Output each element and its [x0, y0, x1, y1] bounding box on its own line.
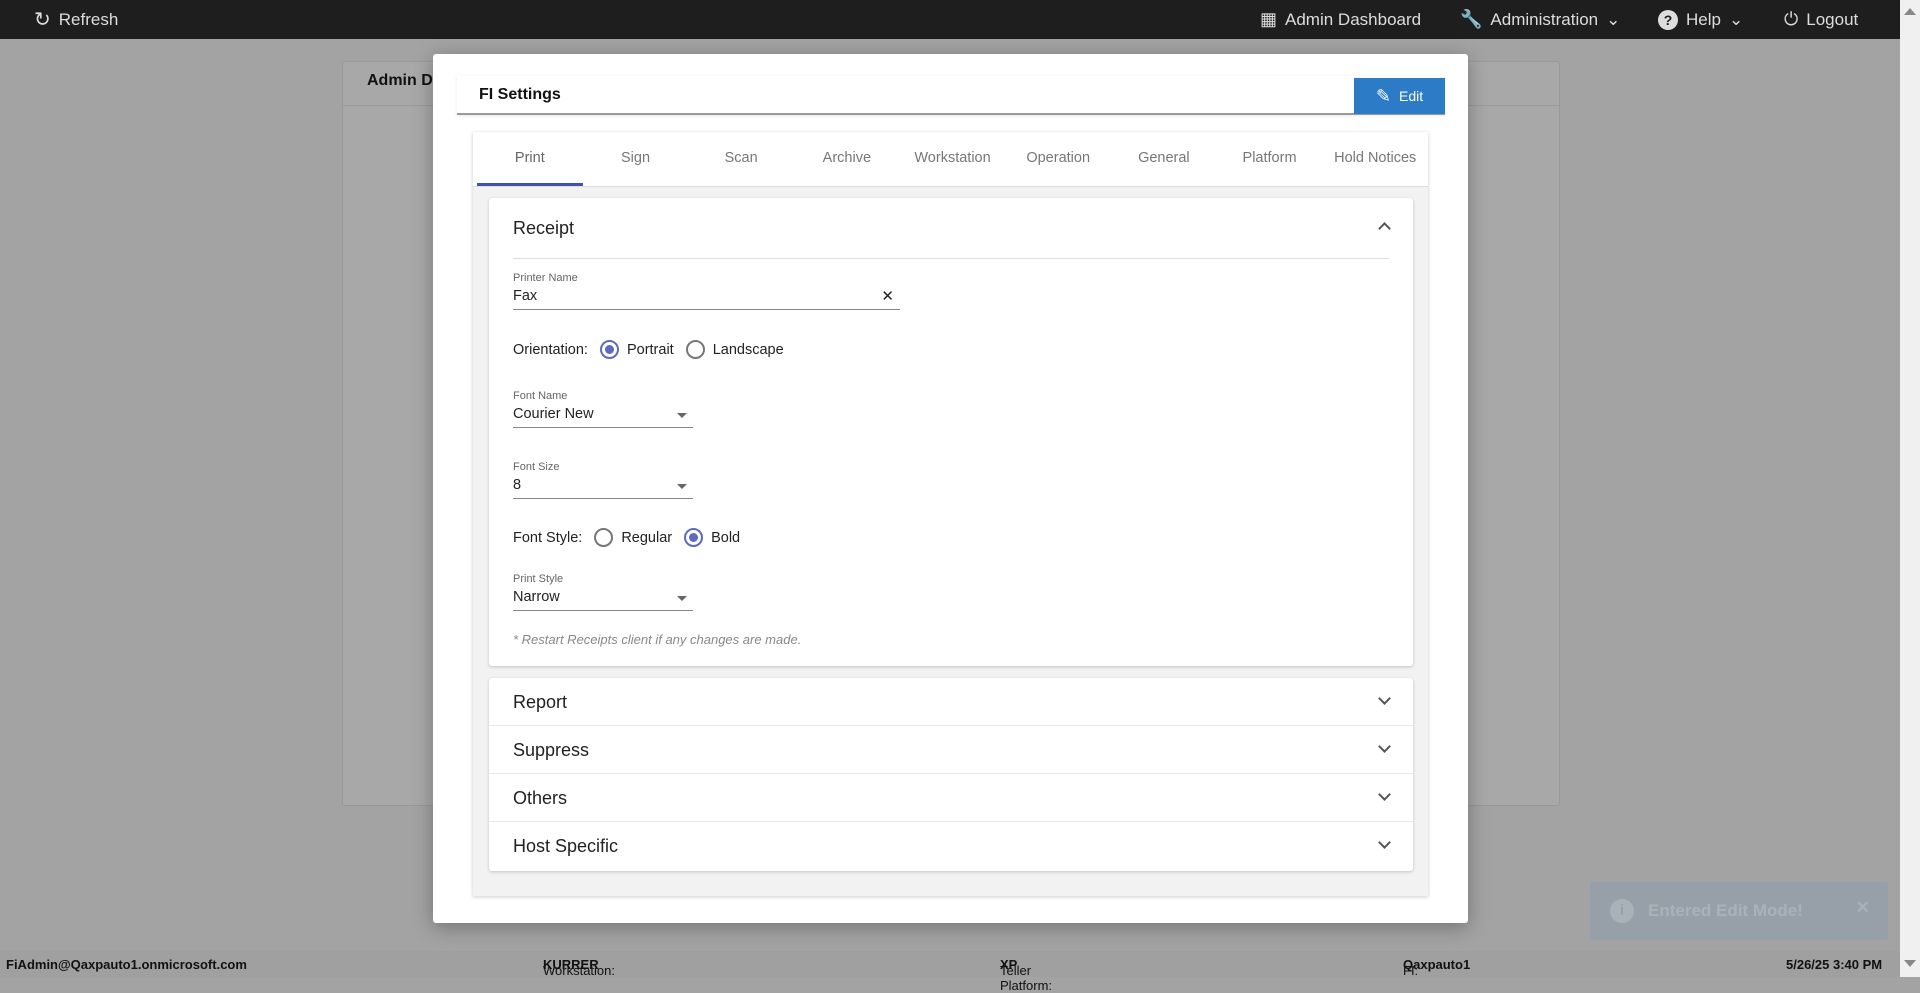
refresh-button[interactable]: ↻ Refresh: [34, 0, 118, 39]
font-style-group: Font Style: Regular Bold: [513, 528, 741, 547]
user-email: FiAdmin@Qaxpauto1.onmicrosoft.com: [6, 957, 247, 972]
print-style-select[interactable]: Narrow: [513, 585, 693, 611]
info-icon: i: [1610, 899, 1634, 923]
logout-button[interactable]: ⏻ Logout: [1784, 0, 1858, 39]
receipt-panel-header[interactable]: Receipt: [513, 218, 574, 239]
restart-note: * Restart Receipts client if any changes…: [513, 632, 802, 647]
fi-info: FI: Qaxpauto1: [1403, 957, 1471, 978]
close-icon[interactable]: ✕: [1856, 898, 1870, 918]
vertical-scrollbar[interactable]: [1900, 0, 1920, 977]
chevron-up-icon[interactable]: [1378, 222, 1391, 235]
orientation-label: Orientation:: [513, 341, 588, 358]
dropdown-caret-icon: [677, 413, 687, 418]
top-nav-bar: ↻ Refresh ▦ Admin Dashboard 🔧 Administratio…: [0, 0, 1900, 39]
landscape-radio[interactable]: [685, 340, 705, 359]
tab-scan[interactable]: Scan: [688, 132, 794, 186]
collapsed-sections: Report Suppress Others Host Specific: [489, 678, 1413, 871]
help-menu[interactable]: ? Help ⌄: [1658, 0, 1743, 39]
bold-radio[interactable]: [684, 528, 704, 547]
section-host-specific[interactable]: Host Specific: [489, 822, 1413, 870]
chevron-down-icon: ⌄: [1728, 9, 1744, 29]
wrench-icon: 🔧: [1460, 9, 1483, 29]
tab-bar: Print Sign Scan Archive Workstation Oper…: [473, 132, 1428, 187]
font-size-select[interactable]: 8: [513, 473, 693, 499]
datetime: 5/26/25 3:40 PM: [1786, 957, 1883, 972]
tab-hold-notices[interactable]: Hold Notices: [1322, 132, 1428, 186]
orientation-group: Orientation: Portrait Landscape: [513, 340, 784, 359]
fi-settings-modal: FI Settings ✎ Edit Print Sign Scan Archiv…: [433, 54, 1468, 923]
printer-name-input[interactable]: Fax ✕: [513, 284, 900, 310]
font-style-label: Font Style:: [513, 529, 583, 546]
administration-menu[interactable]: 🔧 Administration ⌄: [1460, 0, 1620, 39]
print-style-label: Print Style: [513, 573, 564, 585]
clear-icon[interactable]: ✕: [881, 287, 894, 305]
tab-print[interactable]: Print: [477, 132, 583, 186]
font-name-label: Font Name: [513, 390, 568, 402]
section-report[interactable]: Report: [489, 678, 1413, 726]
chevron-down-icon: [1378, 788, 1391, 801]
tab-platform[interactable]: Platform: [1217, 132, 1323, 186]
font-size-label: Font Size: [513, 461, 560, 473]
toast-notification: i Entered Edit Mode! ✕: [1590, 882, 1888, 940]
tab-archive[interactable]: Archive: [794, 132, 900, 186]
section-others[interactable]: Others: [489, 774, 1413, 822]
admin-dashboard-link[interactable]: ▦ Admin Dashboard: [1260, 0, 1421, 39]
divider: [513, 258, 1389, 259]
help-icon: ?: [1658, 9, 1678, 30]
chevron-down-icon: [1378, 692, 1391, 705]
regular-radio[interactable]: [594, 528, 614, 547]
tab-operation[interactable]: Operation: [1005, 132, 1111, 186]
printer-name-label: Printer Name: [513, 272, 578, 284]
pencil-icon: ✎: [1375, 85, 1391, 106]
status-bar: FiAdmin@Qaxpauto1.onmicrosoft.com Workst…: [0, 951, 1900, 993]
power-icon: ⏻: [1784, 9, 1799, 29]
chevron-down-icon: [1378, 740, 1391, 753]
font-name-select[interactable]: Courier New: [513, 402, 693, 428]
section-suppress[interactable]: Suppress: [489, 726, 1413, 774]
dropdown-caret-icon: [677, 484, 687, 489]
refresh-icon: ↻: [34, 9, 51, 31]
scroll-down-icon[interactable]: [1904, 960, 1916, 967]
chevron-down-icon: [1378, 836, 1391, 849]
chevron-down-icon: ⌄: [1606, 9, 1621, 29]
platform-info: Teller Platform: XP: [1000, 957, 1053, 993]
workstation-info: Workstation: KURRER: [543, 957, 616, 978]
scroll-up-icon[interactable]: [1904, 8, 1916, 15]
dropdown-caret-icon: [677, 596, 687, 601]
dashboard-icon: ▦: [1260, 9, 1278, 29]
modal-title: FI Settings: [479, 86, 561, 103]
receipt-panel: Receipt Printer Name Fax ✕ Orientation: P…: [489, 198, 1413, 666]
modal-header: FI Settings ✎ Edit: [457, 76, 1445, 115]
tab-workstation[interactable]: Workstation: [900, 132, 1006, 186]
settings-tabs-card: Print Sign Scan Archive Workstation Oper…: [473, 132, 1428, 896]
portrait-radio[interactable]: [599, 340, 619, 359]
edit-button[interactable]: ✎ Edit: [1354, 78, 1445, 114]
tab-sign[interactable]: Sign: [583, 132, 689, 186]
tab-general[interactable]: General: [1111, 132, 1217, 186]
